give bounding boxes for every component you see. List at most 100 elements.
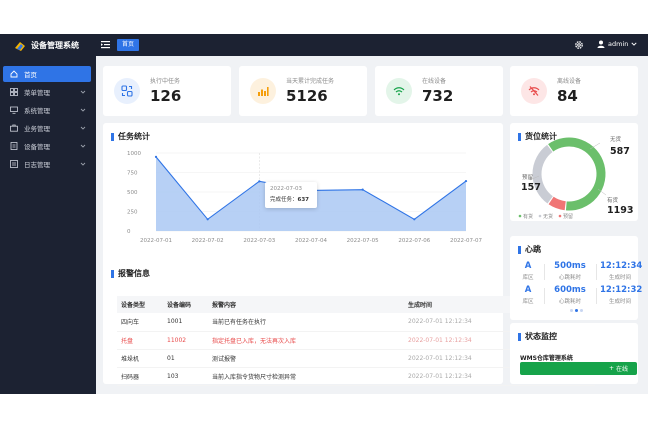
chevron-down-icon [80,90,86,94]
stat-label: 在线设备 [422,78,447,85]
hb-interval-label: 心跳耗时 [558,299,581,305]
home-icon [10,70,18,78]
stat-card-running-tasks: 执行中任务 126 [103,66,231,116]
plus-icon: + [608,365,614,372]
location-donut-chart[interactable]: 无货 587 预留 157 有货 1193 有货 无货 预留 [510,123,638,221]
y-tick-label: 0 [127,229,131,235]
heartbeat-card: 心跳 A 库区 500ms 心跳耗时 12:12:34 生成时间 A 库区 60… [510,236,642,320]
cell-content: 当前入库指令货物尺寸检测异常 [208,367,404,386]
stat-label: 离线设备 [557,78,582,85]
tab-home[interactable]: 首页 [117,39,140,51]
donut-slice[interactable] [548,196,566,211]
donut-slice[interactable] [548,137,606,211]
status-monitor-title: 状态监控 [518,331,557,342]
hb-area-label: 库区 [522,275,534,281]
sidebar-item-menu-management[interactable]: 菜单管理 [3,84,91,100]
stat-card-online-devices: 在线设备 732 [375,66,503,116]
user-menu[interactable]: admin [597,40,637,48]
legend-full: 有货 [523,213,533,220]
sidebar-item-label: 业务管理 [24,125,50,133]
donut-value-full: 1193 [607,205,633,216]
data-point [464,179,468,183]
sidebar-item-label: 设备管理 [24,143,50,151]
stat-value: 84 [557,87,578,105]
sidebar-item-home[interactable]: 首页 [3,66,91,82]
cell-content: 指定托盘已入库，无法再次入库 [208,331,404,350]
online-status-button[interactable]: + 在线 [520,362,637,375]
hb-area: A [524,285,532,295]
stat-label: 执行中任务 [150,78,181,85]
stat-card-completed-tasks: 当天累计完成任务 5126 [239,66,367,116]
stat-icon-circle [114,78,140,104]
data-point [154,155,158,158]
stat-icon-circle [386,78,412,104]
chevron-down-icon [80,126,86,130]
donut-label-reserved: 预留 [522,173,534,181]
bar-chart-icon [258,87,269,96]
menu-toggle-icon[interactable] [101,40,110,49]
data-point [361,188,364,191]
y-tick-label: 500 [127,190,138,196]
donut-value-empty: 587 [610,146,630,157]
donut-label-empty: 无货 [610,135,622,143]
x-tick-label: 2022-07-04 [295,238,327,244]
stat-value: 5126 [286,87,328,105]
cell-code: 103 [163,367,208,386]
sidebar-item-label: 日志管理 [24,161,50,169]
sidebar-item-business-management[interactable]: 业务管理 [3,120,91,136]
stat-value: 732 [422,87,454,105]
legend-reserved: 预留 [563,213,573,220]
app-title: 设备管理系统 [31,41,79,50]
cell-content: 当前已有任务在执行 [208,313,404,332]
hb-area: A [524,261,532,271]
cell-code: 01 [163,349,208,368]
sidebar-item-device-management[interactable]: 设备管理 [3,138,91,154]
wifi-icon [393,87,405,96]
grid-icon [10,88,18,96]
username: admin [608,40,629,48]
tooltip-label: 完成任务： [270,197,298,203]
sidebar-item-system-management[interactable]: 系统管理 [3,102,91,118]
tooltip-date: 2022-07-03 [270,186,302,192]
user-avatar-icon [597,40,605,48]
stat-icon-circle [521,78,547,104]
donut-legend: 有货 无货 预留 [518,213,573,220]
sidebar-item-label: 系统管理 [24,107,50,115]
column-header: 报警内容 [208,296,404,313]
cell-type: 四向车 [117,313,163,332]
carousel-dots[interactable] [570,309,583,312]
column-header: 设备类型 [117,296,163,313]
sidebar-item-log-management[interactable]: 日志管理 [3,156,91,172]
alarm-card: 报警信息 设备类型 设备编码 报警内容 生成时间 四向车 1001 当前已有任务… [103,260,595,386]
settings-gear-icon[interactable] [574,40,584,50]
stat-card-offline-devices: 离线设备 84 [510,66,638,116]
hb-interval: 500ms [554,261,586,271]
legend-empty: 无货 [543,213,553,220]
hb-time-label: 生成时间 [608,299,631,305]
logo-icon [15,41,25,51]
heartbeat-row: A 库区 500ms 心跳耗时 12:12:34 生成时间 [514,261,642,283]
x-tick-label: 2022-07-01 [140,238,172,244]
cell-code: 1001 [163,313,208,332]
hb-area-label: 库区 [522,299,534,305]
cell-type: 扫码器 [117,367,163,386]
carousel-dot-active[interactable] [575,309,578,312]
hb-time: 12:12:32 [600,285,643,295]
data-point [413,218,416,221]
stat-icon-circle [250,78,276,104]
carousel-dot[interactable] [580,309,583,312]
stat-label: 当天累计完成任务 [286,78,335,85]
stat-value: 126 [150,87,182,105]
carousel-dot[interactable] [570,309,573,312]
x-tick-label: 2022-07-05 [347,238,379,244]
task-icon [121,85,133,97]
cell-type: 堆垛机 [117,349,163,368]
heartbeat-row: A 库区 600ms 心跳耗时 12:12:32 生成时间 [514,285,642,307]
cell-type: 托盘 [117,331,163,350]
x-tick-label: 2022-07-03 [243,238,275,244]
x-tick-label: 2022-07-02 [192,238,224,244]
hb-time-label: 生成时间 [608,275,631,281]
status-monitor-card: 状态监控 WMS仓库管理系统 + 在线 [510,323,638,384]
sidebar: 首页 菜单管理 系统管理 业务管理 设备管理 日志管理 [0,56,96,394]
wifi-off-icon [528,86,540,96]
